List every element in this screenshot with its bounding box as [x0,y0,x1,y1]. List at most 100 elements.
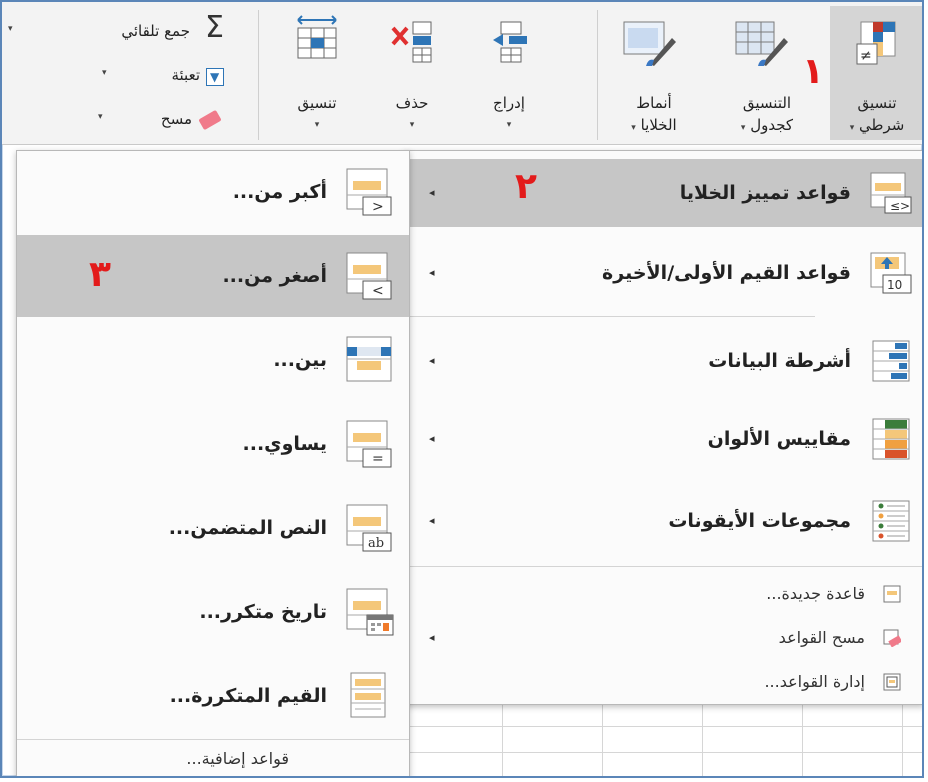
submenu-item-less-than[interactable]: < أصغر من... [17,235,409,317]
svg-text:≠: ≠ [860,48,872,64]
svg-text:>: > [900,199,910,213]
menu-item-top-bottom-rules[interactable]: 10 قواعد القيم الأولى/الأخيرة ◂ [405,239,922,307]
menu-separator [17,739,409,740]
less-than-icon: < [346,252,392,300]
format-as-table-label-2: كجدول [750,116,794,134]
submenu-item-equal-to[interactable]: = يساوي... [17,403,409,485]
conditional-formatting-label-2: شرطي [859,116,905,134]
menu-item-new-rule[interactable]: قاعدة جديدة... [405,577,922,611]
step-3-annotation: ٣ [89,254,111,295]
menu-item-icon-sets[interactable]: مجموعات الأيقونات ◂ [405,487,922,555]
menu-separator [405,566,922,567]
conditional-formatting-button[interactable]: ≠ تنسيق ▾ شرطي [830,6,922,140]
submenu-item-text-contains[interactable]: ab النص المتضمن... [17,487,409,569]
submenu-item-duplicate-values[interactable]: القيم المتكررة... [17,655,409,737]
menu-item-color-scales[interactable]: مقاييس الألوان ◂ [405,405,922,473]
fill-icon: ▼ [206,68,224,86]
menu-item-label: إدارة القواعد... [764,672,865,691]
chevron-down-icon: ▾ [314,120,320,130]
menu-item-data-bars[interactable]: أشرطة البيانات ◂ [405,327,922,395]
submenu-item-between[interactable]: بين... [17,319,409,401]
menu-item-clear-rules[interactable]: مسح القواعد ◂ [405,621,922,655]
svg-text:ab: ab [368,536,384,551]
delete-cells-button[interactable]: حذف ▾ [374,6,450,140]
ribbon-group-separator [258,10,259,140]
submenu-arrow-icon: ◂ [429,631,435,644]
menu-item-highlight-cells-rules[interactable]: ≤ > قواعد تمييز الخلايا ◂ [405,159,922,227]
chevron-down-icon: ▾ [102,68,107,78]
duplicate-values-icon [350,672,386,718]
top-bottom-rules-icon: 10 [870,252,912,294]
menu-separator [405,316,815,317]
submenu-arrow-icon: ◂ [429,186,435,199]
conditional-formatting-menu: ≤ > قواعد تمييز الخلايا ◂ ٢ 10 قواعد الق… [404,150,922,705]
ribbon-group-separator [597,10,598,140]
greater-than-icon: > [346,168,392,216]
submenu-item-label: يساوي... [242,433,327,455]
submenu-item-date-occurring[interactable]: تاريخ متكرر... [17,571,409,653]
delete-cells-label: حذف [395,94,429,112]
menu-item-manage-rules[interactable]: إدارة القواعد... [405,665,922,699]
manage-rules-icon [883,673,901,691]
clear-label: مسح [160,110,192,128]
menu-item-label: مقاييس الألوان [707,428,851,450]
chevron-down-icon: ▾ [631,123,636,133]
clear-rules-icon [883,629,901,647]
step-2-annotation: ٢ [515,166,537,207]
equal-to-icon: = [346,420,392,468]
highlight-cells-rules-submenu: > أكبر من... < أصغر من... ٣ بين... = يسا… [16,150,410,776]
menu-item-label: أشرطة البيانات [708,350,851,372]
conditional-formatting-label-1: تنسيق [857,94,897,112]
cell-styles-icon [623,21,676,66]
icon-sets-icon [872,500,910,542]
svg-text:10: 10 [887,278,902,292]
submenu-arrow-icon: ◂ [429,354,435,367]
submenu-arrow-icon: ◂ [429,514,435,527]
worksheet-grid[interactable] [402,700,922,776]
between-icon [346,336,392,382]
submenu-item-greater-than[interactable]: > أكبر من... [17,151,409,233]
cell-styles-label-1: أنماط [636,94,672,112]
submenu-item-label: بين... [273,349,327,371]
text-contains-icon: ab [346,504,392,552]
chevron-down-icon: ▾ [740,123,746,133]
conditional-formatting-icon: ≠ [856,21,896,65]
autosum-label: جمع تلقائي [121,22,190,40]
submenu-item-label: تاريخ متكرر... [199,601,327,623]
chevron-down-icon: ▾ [98,112,103,122]
autosum-button[interactable]: Σ جمع تلقائي ▾ [8,10,224,48]
ribbon: ≠ تنسيق ▾ شرطي ١ التنسيق ▾ كجدول أنماط ▾… [2,2,922,145]
insert-cells-icon [493,21,527,63]
svg-text:≤: ≤ [890,199,900,213]
submenu-item-label: القيم المتكررة... [169,685,327,707]
svg-text:<: < [372,283,384,299]
fill-button[interactable]: ▼ تعبئة ▾ [102,64,226,90]
cell-styles-button[interactable]: أنماط ▾ الخلايا [600,6,708,140]
svg-text:=: = [372,451,384,467]
format-cells-icon [297,15,337,59]
more-rules-label: قواعد إضافية... [186,749,289,768]
svg-text:>: > [372,199,384,215]
cell-styles-label-2: الخلايا [640,116,677,134]
menu-item-label: مسح القواعد [778,628,865,647]
format-as-table-button[interactable]: التنسيق ▾ كجدول [712,6,822,140]
new-rule-icon [883,585,901,603]
eraser-icon [198,109,222,131]
excel-window: ≠ تنسيق ▾ شرطي ١ التنسيق ▾ كجدول أنماط ▾… [0,0,924,778]
chevron-down-icon: ▾ [849,123,855,133]
submenu-item-label: النص المتضمن... [168,517,327,539]
submenu-item-label: أصغر من... [222,265,327,287]
format-as-table-icon [735,21,788,66]
clear-button[interactable]: مسح ▾ [98,108,222,134]
chevron-down-icon: ▾ [8,24,13,34]
menu-item-label: قواعد تمييز الخلايا [679,182,851,204]
menu-item-label: قواعد القيم الأولى/الأخيرة [602,262,851,284]
menu-item-label: قاعدة جديدة... [766,584,865,603]
color-scales-icon [872,418,910,460]
insert-cells-button[interactable]: إدراج ▾ [472,6,546,140]
autosum-icon: Σ [205,10,224,45]
format-cells-button[interactable]: تنسيق ▾ [274,6,360,140]
chevron-down-icon: ▾ [409,120,415,130]
submenu-item-more-rules[interactable]: قواعد إضافية... [17,741,409,776]
submenu-arrow-icon: ◂ [429,432,435,445]
